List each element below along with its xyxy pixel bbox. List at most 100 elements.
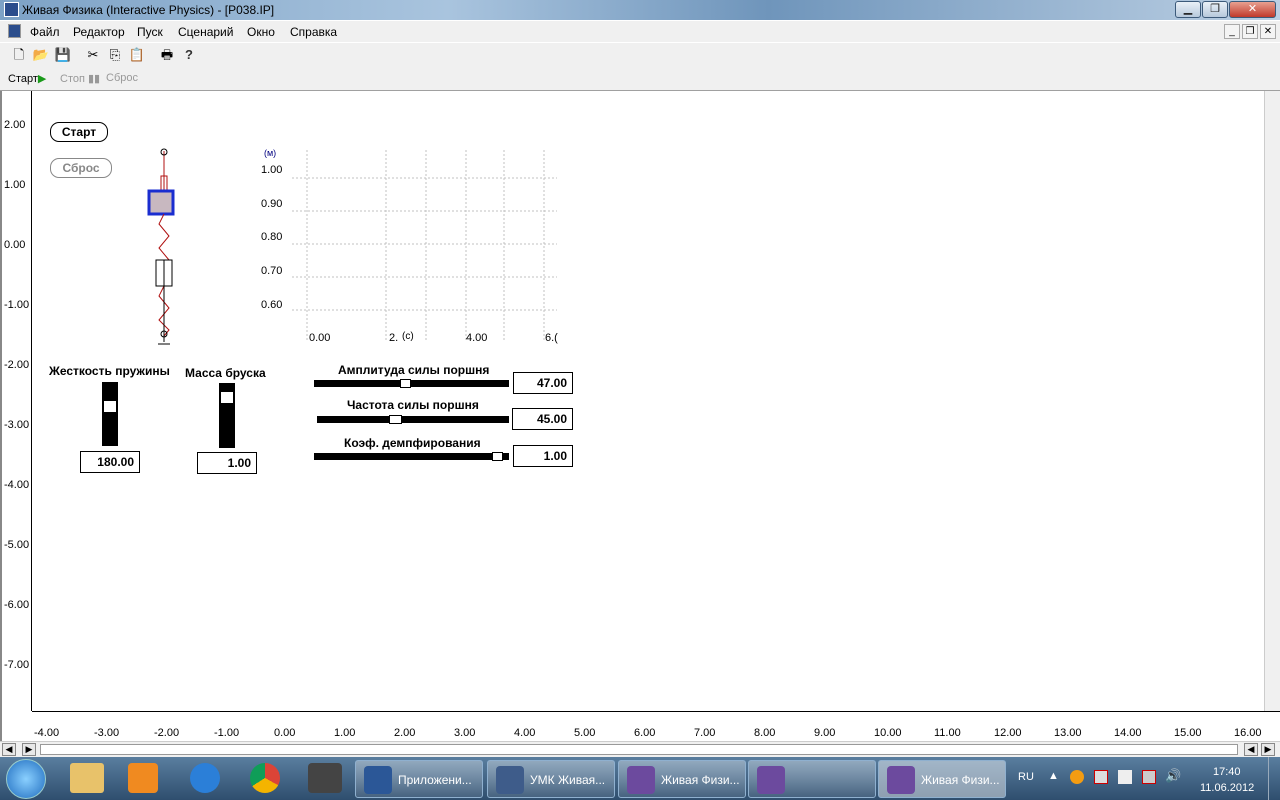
slider-thumb[interactable] bbox=[103, 400, 117, 413]
taskbar-umk-button[interactable]: УМК Живая... bbox=[487, 760, 615, 798]
piston-amplitude-slider[interactable] bbox=[314, 379, 509, 388]
show-desktop-button[interactable] bbox=[1268, 757, 1280, 800]
reset-button[interactable]: Сброс bbox=[50, 158, 112, 178]
menu-file[interactable]: Файл bbox=[30, 25, 60, 39]
ruler-tick: 11.00 bbox=[934, 727, 961, 739]
slider-thumb[interactable] bbox=[492, 452, 503, 461]
start-menu-button[interactable] bbox=[6, 759, 46, 799]
taskbar-physics2-button[interactable] bbox=[748, 760, 876, 798]
vertical-scrollbar[interactable] bbox=[1264, 91, 1280, 711]
damping-field[interactable]: 1.00 bbox=[513, 445, 573, 467]
graph-y-tick: 0.70 bbox=[261, 265, 283, 277]
piston-frequency-field[interactable]: 45.00 bbox=[512, 408, 573, 430]
ruler-tick: -5.00 bbox=[4, 539, 30, 551]
minimize-button[interactable]: ▁ bbox=[1175, 1, 1201, 18]
ruler-tick: -4.00 bbox=[34, 727, 60, 739]
menu-edit[interactable]: Редактор bbox=[73, 25, 125, 39]
run-start-button[interactable]: Старт▶ bbox=[8, 72, 46, 85]
clock-date[interactable]: 11.06.2012 bbox=[1200, 782, 1254, 794]
physics-icon bbox=[887, 766, 915, 794]
ruler-tick: -2.00 bbox=[154, 727, 180, 739]
run-reset-button[interactable]: Сброс bbox=[106, 72, 138, 84]
tray-app-icon[interactable] bbox=[1070, 770, 1084, 784]
internet-explorer-icon[interactable] bbox=[190, 763, 220, 793]
ruler-tick: 5.00 bbox=[574, 727, 596, 739]
ruler-tick: 12.00 bbox=[994, 727, 1022, 739]
ruler-tick: 10.00 bbox=[874, 727, 902, 739]
spring-stiffness-field[interactable]: 180.00 bbox=[80, 451, 140, 473]
spring-stiffness-slider[interactable] bbox=[102, 382, 118, 446]
menu-run[interactable]: Пуск bbox=[137, 25, 163, 39]
taskbar-physics1-button[interactable]: Живая Физи... bbox=[618, 760, 746, 798]
network-icon[interactable] bbox=[1142, 770, 1156, 784]
toolbar: 🗋 📂 💾 ✂ ⎘ 📋 🖶 ? bbox=[0, 42, 1280, 67]
graph-grid[interactable] bbox=[262, 146, 562, 346]
clock-time[interactable]: 17:40 bbox=[1213, 766, 1241, 778]
slider-thumb[interactable] bbox=[220, 391, 234, 404]
menu-window[interactable]: Окно bbox=[247, 25, 275, 39]
mdi-restore-button[interactable]: ❐ bbox=[1242, 24, 1258, 39]
ruler-tick: 4.00 bbox=[514, 727, 536, 739]
taskbar-physics3-button[interactable]: Живая Физи... bbox=[878, 760, 1006, 798]
restore-button[interactable]: ❐ bbox=[1202, 1, 1228, 18]
document-icon[interactable] bbox=[8, 24, 21, 38]
mdi-minimize-button[interactable]: _ bbox=[1224, 24, 1240, 39]
show-hidden-icons-icon[interactable]: ▲ bbox=[1048, 770, 1059, 782]
run-stop-button[interactable]: Стоп ▮▮ bbox=[60, 72, 100, 85]
tray-device-icon[interactable] bbox=[1118, 770, 1132, 784]
print-icon[interactable]: 🖶 bbox=[158, 46, 176, 64]
block-mass-label: Масса бруска bbox=[185, 366, 266, 380]
taskbar-word-button[interactable]: Приложени... bbox=[355, 760, 483, 798]
scroll-right-button[interactable]: ▶ bbox=[1261, 743, 1275, 756]
slider-thumb[interactable] bbox=[400, 379, 411, 388]
ruler-tick: 15.00 bbox=[1174, 727, 1202, 739]
new-file-icon[interactable]: 🗋 bbox=[10, 46, 28, 64]
scroll-left-button[interactable]: ◀ bbox=[2, 743, 16, 756]
damping-label: Коэф. демпфирования bbox=[344, 436, 481, 450]
start-button[interactable]: Старт bbox=[50, 122, 108, 142]
ruler-tick: 8.00 bbox=[754, 727, 776, 739]
graph-y-tick: 0.90 bbox=[261, 198, 283, 210]
ruler-tick: -4.00 bbox=[4, 479, 30, 491]
app-launcher-icon[interactable] bbox=[308, 763, 342, 793]
help-icon[interactable]: ? bbox=[180, 46, 198, 64]
ruler-tick: 0.00 bbox=[4, 239, 26, 251]
volume-icon[interactable]: 🔊 bbox=[1165, 768, 1181, 784]
scroll-right-small-button[interactable]: ▶ bbox=[22, 743, 36, 756]
media-player-icon[interactable] bbox=[128, 763, 158, 793]
ruler-tick: 2.00 bbox=[4, 119, 26, 131]
scroll-track[interactable] bbox=[40, 744, 1238, 755]
graph-x-unit: (с) bbox=[402, 331, 414, 342]
ruler-tick: 1.00 bbox=[334, 727, 356, 739]
menu-script[interactable]: Сценарий bbox=[178, 25, 233, 39]
language-indicator[interactable]: RU bbox=[1018, 771, 1034, 783]
block-mass-field[interactable]: 1.00 bbox=[197, 452, 257, 474]
explorer-icon[interactable] bbox=[70, 763, 104, 793]
graph-x-tick: 2. bbox=[389, 332, 399, 344]
copy-icon[interactable]: ⎘ bbox=[106, 46, 124, 64]
spring-mass-drawing[interactable] bbox=[142, 146, 182, 351]
horizontal-ruler: -4.00 -3.00 -2.00 -1.00 0.00 1.00 2.00 3.00 4.00… bbox=[32, 711, 1280, 741]
tray-flag-icon[interactable] bbox=[1094, 770, 1108, 784]
graph-y-tick: 0.80 bbox=[261, 231, 283, 243]
piston-amplitude-field[interactable]: 47.00 bbox=[513, 372, 573, 394]
chrome-icon[interactable] bbox=[250, 763, 280, 793]
ruler-tick: -3.00 bbox=[94, 727, 120, 739]
horizontal-scrollbar[interactable]: ◀ ▶ ◀ ▶ bbox=[0, 741, 1280, 757]
damping-slider[interactable] bbox=[314, 452, 509, 461]
menu-bar: Файл Редактор Пуск Сценарий Окно Справка… bbox=[0, 21, 1280, 42]
save-icon[interactable]: 💾 bbox=[54, 46, 72, 64]
scroll-left-end-button[interactable]: ◀ bbox=[1244, 743, 1258, 756]
block-mass-slider[interactable] bbox=[219, 383, 235, 448]
mdi-close-button[interactable]: ✕ bbox=[1260, 24, 1276, 39]
cut-icon[interactable]: ✂ bbox=[84, 46, 102, 64]
close-button[interactable]: ✕ bbox=[1229, 1, 1276, 18]
ruler-tick: 1.00 bbox=[4, 179, 26, 191]
piston-frequency-label: Частота силы поршня bbox=[347, 398, 479, 412]
piston-frequency-slider[interactable] bbox=[317, 415, 509, 424]
paste-icon[interactable]: 📋 bbox=[128, 46, 146, 64]
open-folder-icon[interactable]: 📂 bbox=[32, 46, 50, 64]
menu-help[interactable]: Справка bbox=[290, 25, 337, 39]
workspace-canvas[interactable]: 2.00 1.00 0.00 -1.00 -2.00 -3.00 -4.00 -5.00 -6.… bbox=[0, 91, 1280, 741]
slider-thumb[interactable] bbox=[389, 415, 402, 424]
